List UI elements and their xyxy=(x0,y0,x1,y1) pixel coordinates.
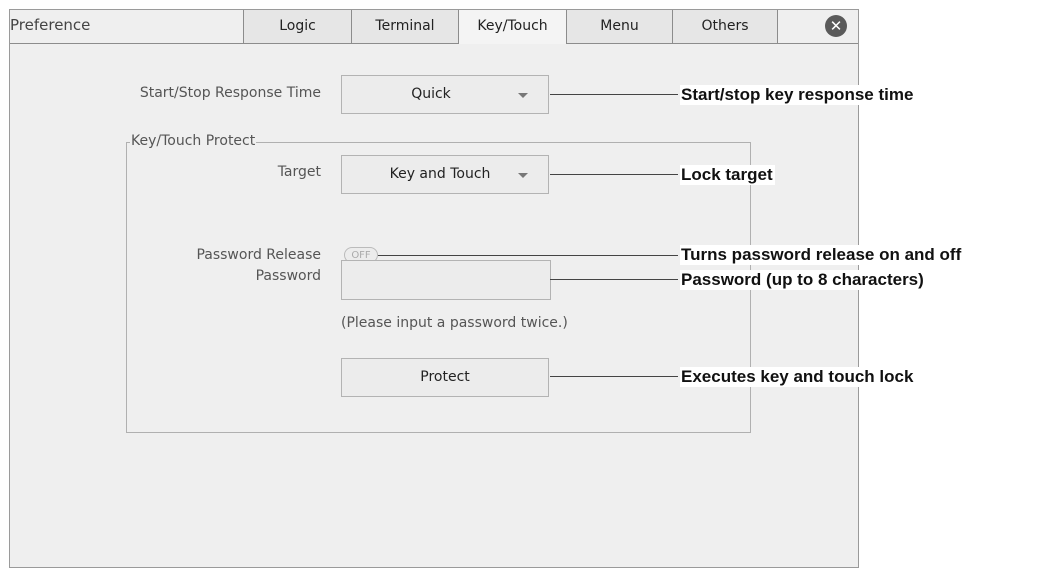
password-hint: (Please input a password twice.) xyxy=(341,315,568,331)
callout-line-protect xyxy=(550,376,678,377)
response-time-label: Start/Stop Response Time xyxy=(139,85,321,101)
response-time-value: Quick xyxy=(411,86,451,102)
callout-password: Password (up to 8 characters) xyxy=(680,270,926,290)
tab-logic[interactable]: Logic xyxy=(243,10,351,43)
callout-target: Lock target xyxy=(680,165,775,185)
response-time-dropdown[interactable]: Quick xyxy=(341,75,549,114)
callout-line-password xyxy=(550,279,678,280)
title-bar: Preference Logic Terminal Key/Touch Menu… xyxy=(10,10,858,44)
tab-divider xyxy=(777,10,778,43)
group-title: Key/Touch Protect xyxy=(130,133,257,149)
callout-line-response xyxy=(550,94,678,95)
callout-protect: Executes key and touch lock xyxy=(680,367,916,387)
target-value: Key and Touch xyxy=(389,166,491,182)
password-label: Password xyxy=(255,268,321,284)
target-label: Target xyxy=(277,164,321,180)
tab-terminal[interactable]: Terminal xyxy=(351,10,458,43)
callout-line-release xyxy=(378,255,678,256)
tab-others[interactable]: Others xyxy=(672,10,777,43)
chevron-down-icon xyxy=(518,93,528,98)
target-dropdown[interactable]: Key and Touch xyxy=(341,155,549,194)
callout-response-time: Start/stop key response time xyxy=(680,85,916,105)
chevron-down-icon xyxy=(518,173,528,178)
protect-button[interactable]: Protect xyxy=(341,358,549,397)
callout-line-target xyxy=(550,174,678,175)
callout-password-release: Turns password release on and off xyxy=(680,245,964,265)
tab-key-touch[interactable]: Key/Touch xyxy=(458,10,566,44)
password-release-label: Password Release xyxy=(196,247,321,263)
password-field[interactable] xyxy=(341,260,551,300)
tab-menu[interactable]: Menu xyxy=(566,10,672,43)
window-title: Preference xyxy=(10,16,91,34)
close-icon[interactable]: ✕ xyxy=(825,15,847,37)
